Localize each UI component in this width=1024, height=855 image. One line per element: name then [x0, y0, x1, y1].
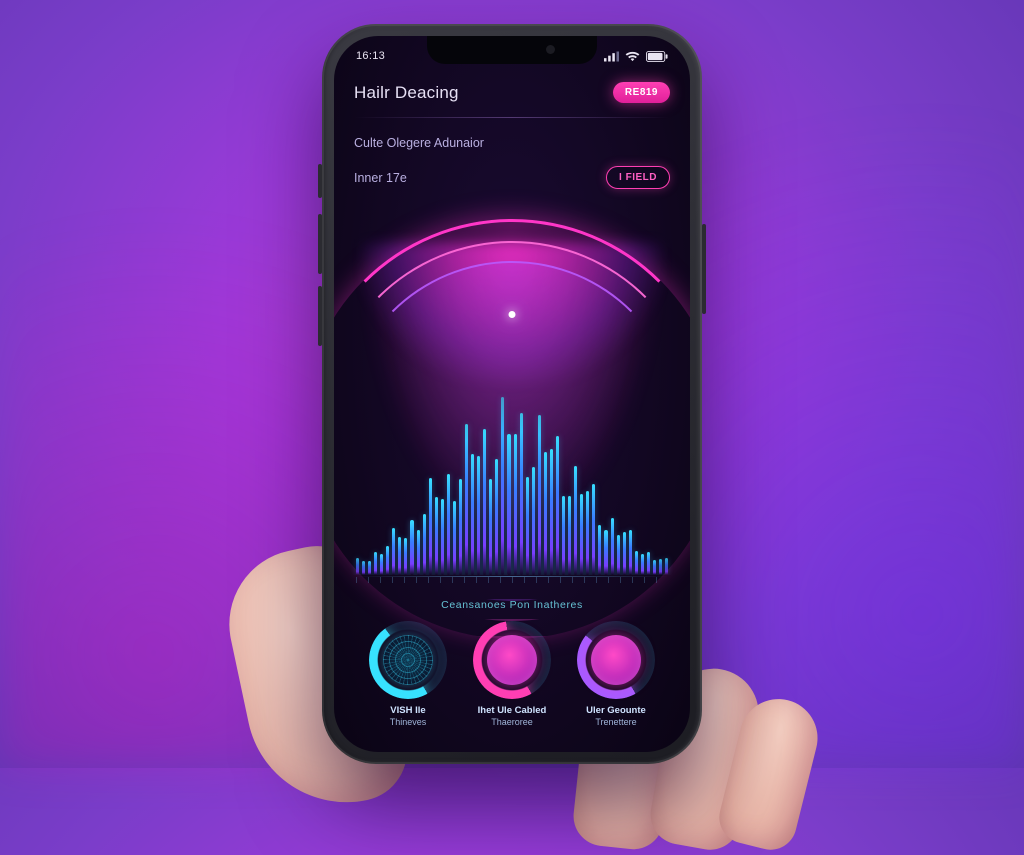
tick-marks	[356, 577, 668, 583]
section-label: Ceansanoes Pon Inatheres	[354, 599, 670, 611]
spectrum-bar	[544, 452, 547, 575]
spectrum-bar	[635, 551, 638, 575]
status-time: 16:13	[356, 50, 385, 62]
spectrum-bar	[611, 518, 614, 575]
spectrum-bar	[380, 554, 383, 575]
spectrum-bar	[423, 514, 426, 575]
spectrum-bar	[532, 467, 535, 575]
spectrum-bar	[429, 478, 432, 575]
spectrum-bar	[647, 552, 650, 575]
spectrum-bar	[514, 434, 517, 575]
volume-up-button[interactable]	[318, 214, 322, 274]
setting-row-1[interactable]: Culte Olegere Adunaior	[354, 136, 670, 150]
dial-ring	[369, 621, 447, 699]
spectrum-bars	[350, 323, 674, 575]
spectrum-bar	[604, 530, 607, 575]
power-button[interactable]	[702, 224, 706, 314]
spectrum-bar	[386, 546, 389, 575]
spectrum-bar	[550, 449, 553, 575]
dial-row: VISH IleThineves Ihet Ule CabledThaeroree…	[354, 621, 670, 734]
spectrum-bar	[447, 474, 450, 575]
spectrum-bar	[398, 537, 401, 575]
setting-row-2[interactable]: Inner 17e I FIELD	[354, 166, 670, 189]
divider	[354, 117, 670, 118]
spectrum-bar	[374, 552, 377, 575]
cellular-icon	[604, 51, 619, 62]
spectrum-bar	[465, 424, 468, 575]
spectrum-bar	[520, 413, 523, 575]
spectrum-bar	[404, 538, 407, 575]
audio-visualizer[interactable]	[350, 203, 674, 585]
spectrum-bar	[441, 499, 444, 575]
dial-caption: Ihet Ule CabledThaeroree	[478, 705, 547, 728]
spectrum-bar	[586, 491, 589, 575]
volume-down-button[interactable]	[318, 286, 322, 346]
spectrum-bar	[641, 554, 644, 574]
dial-2[interactable]: Ihet Ule CabledThaeroree	[461, 621, 564, 728]
spectrum-bar	[556, 436, 559, 575]
spectrum-bar	[629, 530, 632, 575]
mute-switch[interactable]	[318, 164, 322, 198]
center-dot-icon	[509, 311, 516, 318]
setting-row-2-badge[interactable]: I FIELD	[606, 166, 670, 189]
dial-caption: VISH IleThineves	[390, 705, 427, 728]
spectrum-bar	[477, 456, 480, 575]
spectrum-bar	[580, 494, 583, 575]
spectrum-bar	[459, 479, 462, 575]
spectrum-bar	[471, 454, 474, 574]
spectrum-bar	[417, 530, 420, 575]
screen: 16:13 Hailr Deacing RE819 Culte Ole	[334, 36, 690, 752]
spectrum-bar	[526, 477, 529, 575]
spectrum-bar	[410, 520, 413, 575]
header-badge[interactable]: RE819	[613, 82, 670, 103]
spectrum-bar	[362, 561, 365, 575]
spectrum-bar	[483, 429, 486, 574]
spectrum-bar	[538, 415, 541, 575]
spectrum-bar	[568, 496, 571, 575]
setting-row-2-label: Inner 17e	[354, 171, 407, 185]
dial-ring	[577, 621, 655, 699]
spectrum-bar	[623, 532, 626, 575]
wifi-icon	[625, 51, 640, 62]
spectrum-bar	[574, 466, 577, 575]
spectrum-bar	[653, 560, 656, 575]
battery-icon	[646, 51, 668, 62]
dial-ring	[473, 621, 551, 699]
spectrum-bar	[453, 501, 456, 575]
dial-1[interactable]: VISH IleThineves	[357, 621, 460, 728]
spectrum-bar	[501, 397, 504, 575]
spectrum-bar	[592, 484, 595, 575]
page-title: Hailr Deacing	[354, 83, 459, 103]
spectrum-bar	[665, 558, 668, 575]
notch	[427, 36, 597, 64]
spectrum-bar	[368, 561, 371, 575]
setting-row-1-label: Culte Olegere Adunaior	[354, 136, 484, 150]
spectrum-bar	[356, 558, 359, 575]
spectrum-bar	[507, 434, 510, 575]
spectrum-bar	[435, 497, 438, 574]
dial-caption: Uler GeounteTrenettere	[586, 705, 646, 728]
dial-3[interactable]: Uler GeounteTrenettere	[565, 621, 668, 728]
phone-frame: 16:13 Hailr Deacing RE819 Culte Ole	[322, 24, 702, 764]
spectrum-bar	[562, 496, 565, 575]
spectrum-bar	[598, 525, 601, 575]
spectrum-bar	[392, 528, 395, 575]
spectrum-bar	[659, 559, 662, 575]
spectrum-bar	[617, 535, 620, 575]
spectrum-bar	[495, 459, 498, 575]
spectrum-bar	[489, 479, 492, 575]
